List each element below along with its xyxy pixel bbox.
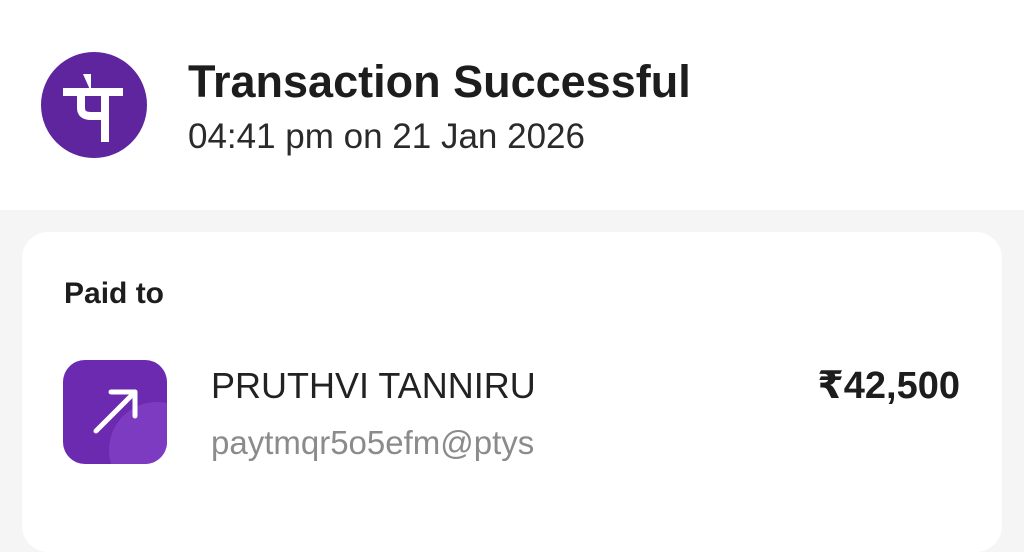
paid-to-label: Paid to — [64, 277, 165, 310]
payee-upi-id: paytmqr5o5efm@ptys — [211, 424, 535, 461]
arrow-up-right-icon — [63, 360, 167, 464]
paid-to-card[interactable]: Paid to PRUTHVI TANNIRU paytmqr5o5efm@pt… — [22, 232, 1002, 552]
payment-amount: ₹42,500 — [817, 365, 960, 407]
page-title: Transaction Successful — [188, 56, 691, 107]
phonepe-logo-icon — [41, 52, 147, 158]
payee-name: PRUTHVI TANNIRU — [211, 365, 536, 406]
transaction-timestamp: 04:41 pm on 21 Jan 2026 — [188, 117, 585, 156]
transaction-header: Transaction Successful 04:41 pm on 21 Ja… — [0, 0, 1024, 210]
